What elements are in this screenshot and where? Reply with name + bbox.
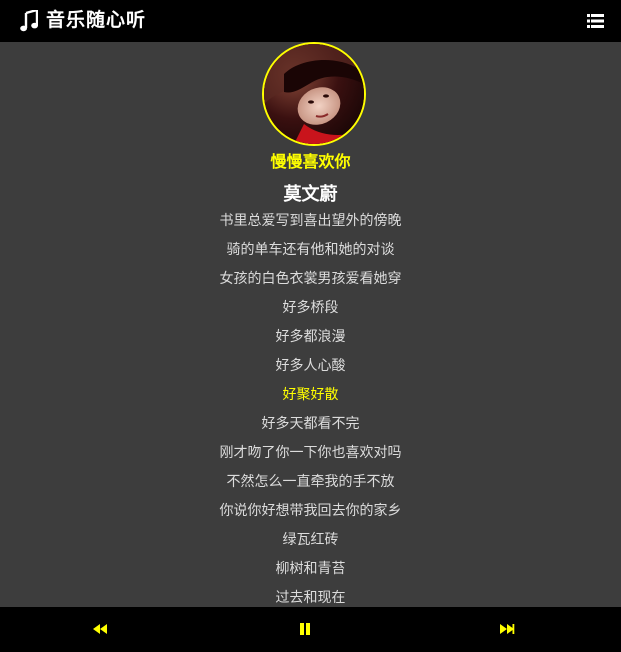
album-cover-image	[264, 44, 364, 144]
list-menu-icon[interactable]	[587, 14, 604, 28]
lyric-line: 刚才吻了你一下你也喜欢对吗	[219, 445, 402, 461]
player-panel: 慢慢喜欢你 莫文蔚 书里总爱写到喜出望外的傍晚 骑的单车还有他和她的对谈 女孩的白色…	[0, 42, 621, 607]
lyric-line: 好多天都看不完	[261, 416, 360, 432]
lyric-line: 好多桥段	[282, 300, 339, 316]
lyric-line: 柳树和青苔	[275, 561, 346, 577]
lyric-line: 过去和现在	[275, 590, 346, 606]
music-note-icon	[20, 10, 38, 32]
lyric-line: 你说你好想带我回去你的家乡	[219, 503, 402, 519]
forward-icon[interactable]	[499, 621, 515, 637]
lyric-line: 不然怎么一直牵我的手不放	[226, 474, 395, 490]
backward-icon[interactable]	[92, 621, 108, 637]
playback-controls	[0, 607, 621, 652]
lyric-line: 好聚好散	[282, 387, 339, 403]
artist-name: 莫文蔚	[283, 184, 338, 205]
lyric-line: 好多都浪漫	[275, 329, 346, 345]
app-title: 音乐随心听	[46, 9, 147, 31]
lyric-line: 骑的单车还有他和她的对谈	[226, 242, 395, 258]
lyric-line: 书里总爱写到喜出望外的傍晚	[219, 213, 402, 229]
lyric-line: 好多人心酸	[275, 358, 346, 374]
lyric-line: 绿瓦红砖	[282, 532, 339, 548]
pause-icon[interactable]	[297, 621, 313, 637]
app-header: 音乐随心听	[0, 0, 621, 42]
lyric-line: 女孩的白色衣裳男孩爱看她穿	[219, 271, 402, 287]
lyrics-list: 书里总爱写到喜出望外的傍晚 骑的单车还有他和她的对谈 女孩的白色衣裳男孩爱看她穿 好多…	[0, 207, 621, 607]
album-cover	[262, 42, 366, 146]
song-title: 慢慢喜欢你	[270, 152, 351, 171]
